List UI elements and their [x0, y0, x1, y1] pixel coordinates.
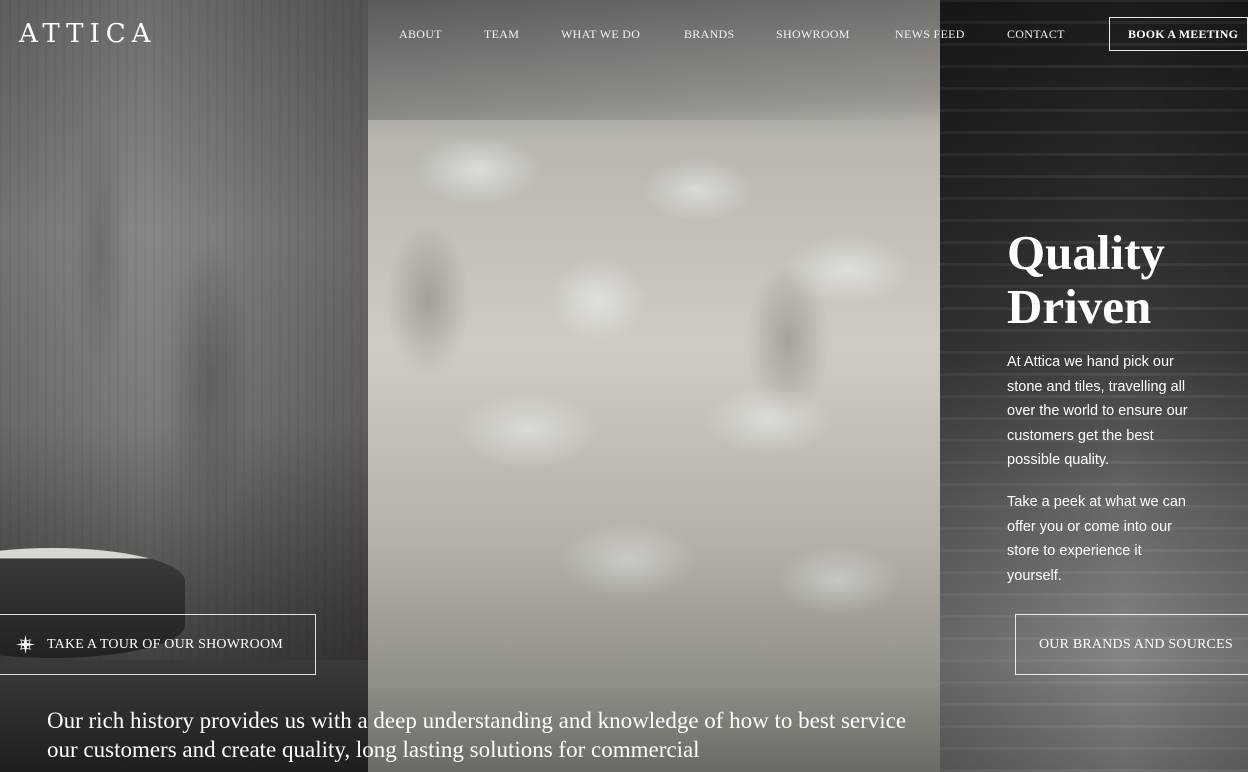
- nav-showroom[interactable]: SHOWROOM: [776, 27, 850, 42]
- showroom-tour-label: TAKE A TOUR OF OUR SHOWROOM: [47, 636, 283, 652]
- hero-title-line1: Quality: [1007, 225, 1165, 280]
- brands-sources-button[interactable]: OUR BRANDS AND SOURCES: [1015, 614, 1248, 675]
- nav-contact[interactable]: CONTACT: [1007, 27, 1065, 42]
- hero-paragraph-1: At Attica we hand pick our stone and til…: [1007, 354, 1188, 468]
- hero-title-line2: Driven: [1007, 279, 1152, 334]
- history-text: Our rich history provides us with a deep…: [47, 708, 907, 762]
- book-meeting-button[interactable]: BOOK A MEETING: [1109, 17, 1248, 51]
- logo[interactable]: ATTICA: [19, 19, 156, 49]
- ceiling-shadow: [368, 0, 940, 120]
- showroom-tour-button[interactable]: TAKE A TOUR OF OUR SHOWROOM: [0, 614, 316, 675]
- hero-title: Quality Driven: [1007, 226, 1237, 334]
- nav-what-we-do[interactable]: WHAT WE DO: [561, 27, 640, 42]
- nav-about[interactable]: ABOUT: [399, 27, 442, 42]
- nav-brands[interactable]: BRANDS: [684, 27, 734, 42]
- sculpted-stone-wall-image: [368, 0, 940, 772]
- nav-news-feed[interactable]: NEWS FEED: [895, 27, 965, 42]
- sparkle-icon: [16, 635, 35, 654]
- hero-paragraph-2: Take a peek at what we can offer you or …: [1007, 494, 1186, 584]
- nav-team[interactable]: TEAM: [484, 27, 519, 42]
